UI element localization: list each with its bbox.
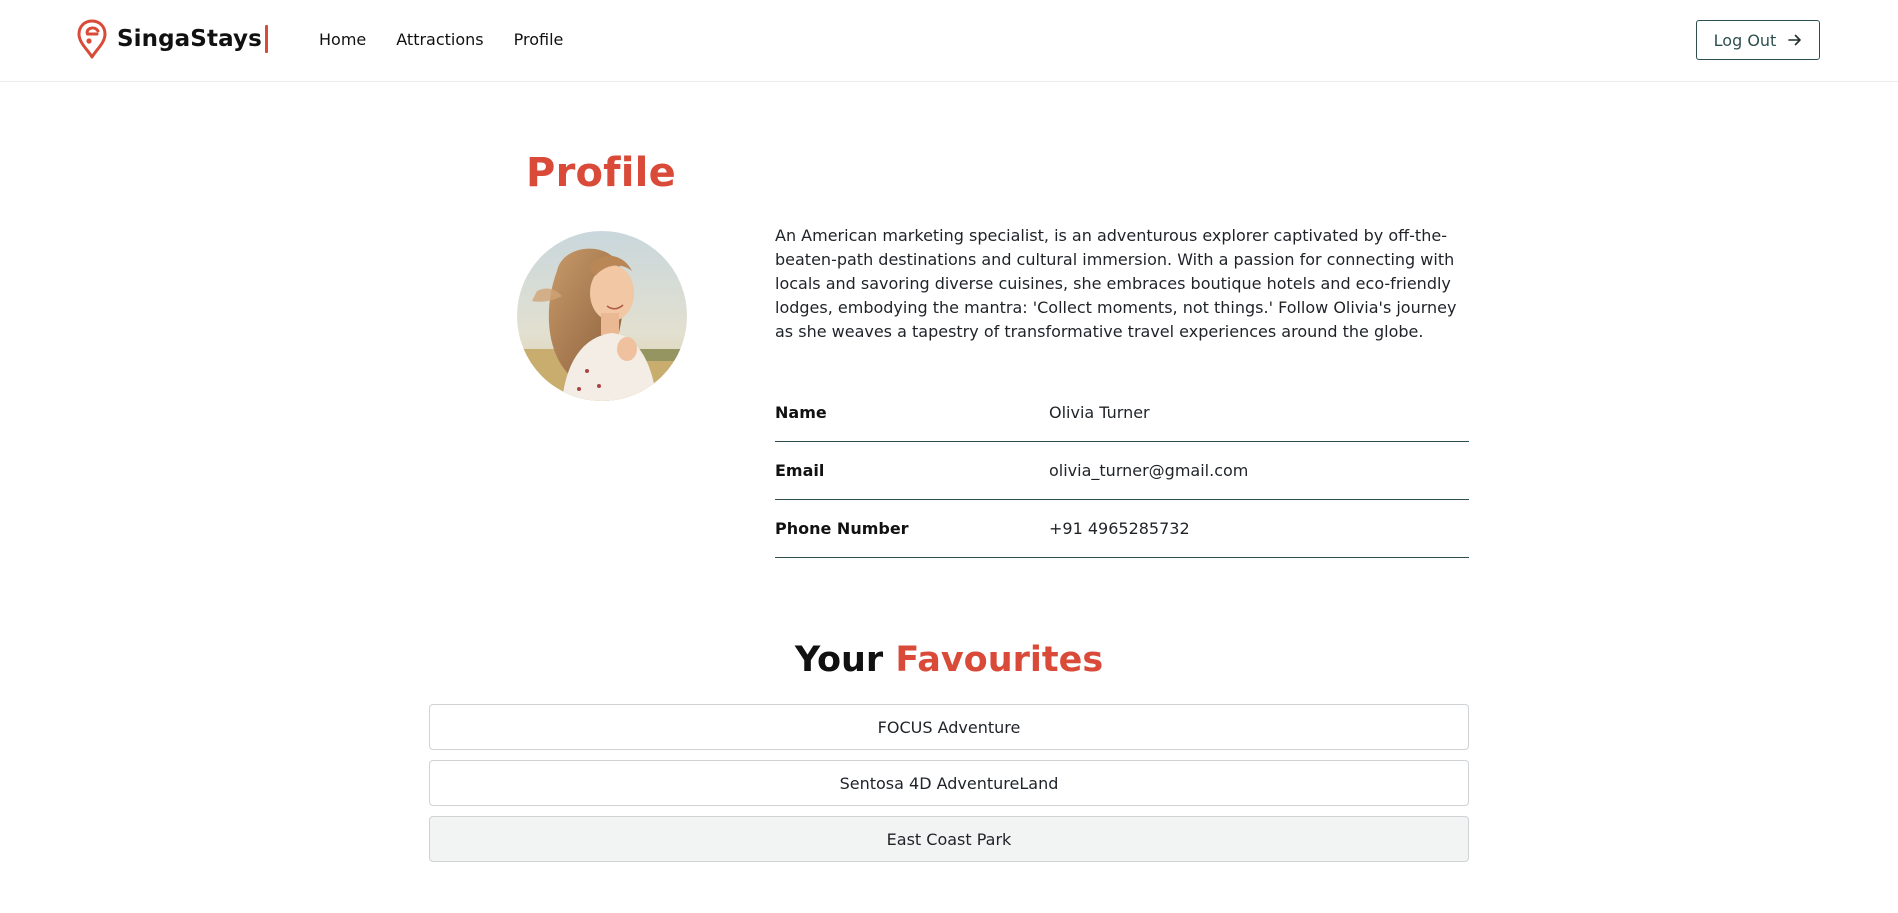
arrow-right-icon [1788, 34, 1802, 46]
nav-attractions[interactable]: Attractions [396, 29, 483, 51]
info-label: Phone Number [775, 519, 909, 538]
profile-info-table: Name Olivia Turner Email olivia_turner@g… [775, 384, 1469, 558]
favourites-title-prefix: Your [794, 640, 884, 680]
logout-label: Log Out [1713, 30, 1777, 50]
favourites-list: FOCUS Adventure Sentosa 4D AdventureLand… [429, 704, 1469, 872]
brand[interactable]: SingaStays [76, 18, 262, 60]
info-value: Olivia Turner [1049, 403, 1150, 422]
favourite-item[interactable]: FOCUS Adventure [429, 704, 1469, 750]
favourites-title-accent: Favourites [895, 640, 1104, 680]
main-nav: Home Attractions Profile [319, 29, 593, 51]
nav-home[interactable]: Home [319, 29, 366, 51]
location-pin-logo-icon [77, 19, 107, 59]
info-value: olivia_turner@gmail.com [1049, 461, 1249, 480]
avatar [517, 231, 687, 401]
info-row-name: Name Olivia Turner [775, 384, 1469, 442]
info-row-email: Email olivia_turner@gmail.com [775, 442, 1469, 500]
profile-bio: An American marketing specialist, is an … [775, 226, 1457, 341]
info-label: Name [775, 403, 827, 422]
favourite-item[interactable]: East Coast Park [429, 816, 1469, 862]
nav-profile[interactable]: Profile [514, 29, 564, 51]
info-row-phone: Phone Number +91 4965285732 [775, 500, 1469, 558]
favourites-title: Your Favourites [429, 640, 1469, 680]
info-value: +91 4965285732 [1049, 519, 1190, 538]
page-title: Profile [526, 150, 676, 196]
logout-button[interactable]: Log Out [1696, 20, 1820, 60]
profile-photo [517, 231, 687, 401]
brand-divider [265, 25, 268, 53]
favourite-item[interactable]: Sentosa 4D AdventureLand [429, 760, 1469, 806]
top-navbar: SingaStays Home Attractions Profile Log … [0, 0, 1898, 82]
info-label: Email [775, 461, 825, 480]
brand-name: SingaStays [117, 26, 262, 52]
